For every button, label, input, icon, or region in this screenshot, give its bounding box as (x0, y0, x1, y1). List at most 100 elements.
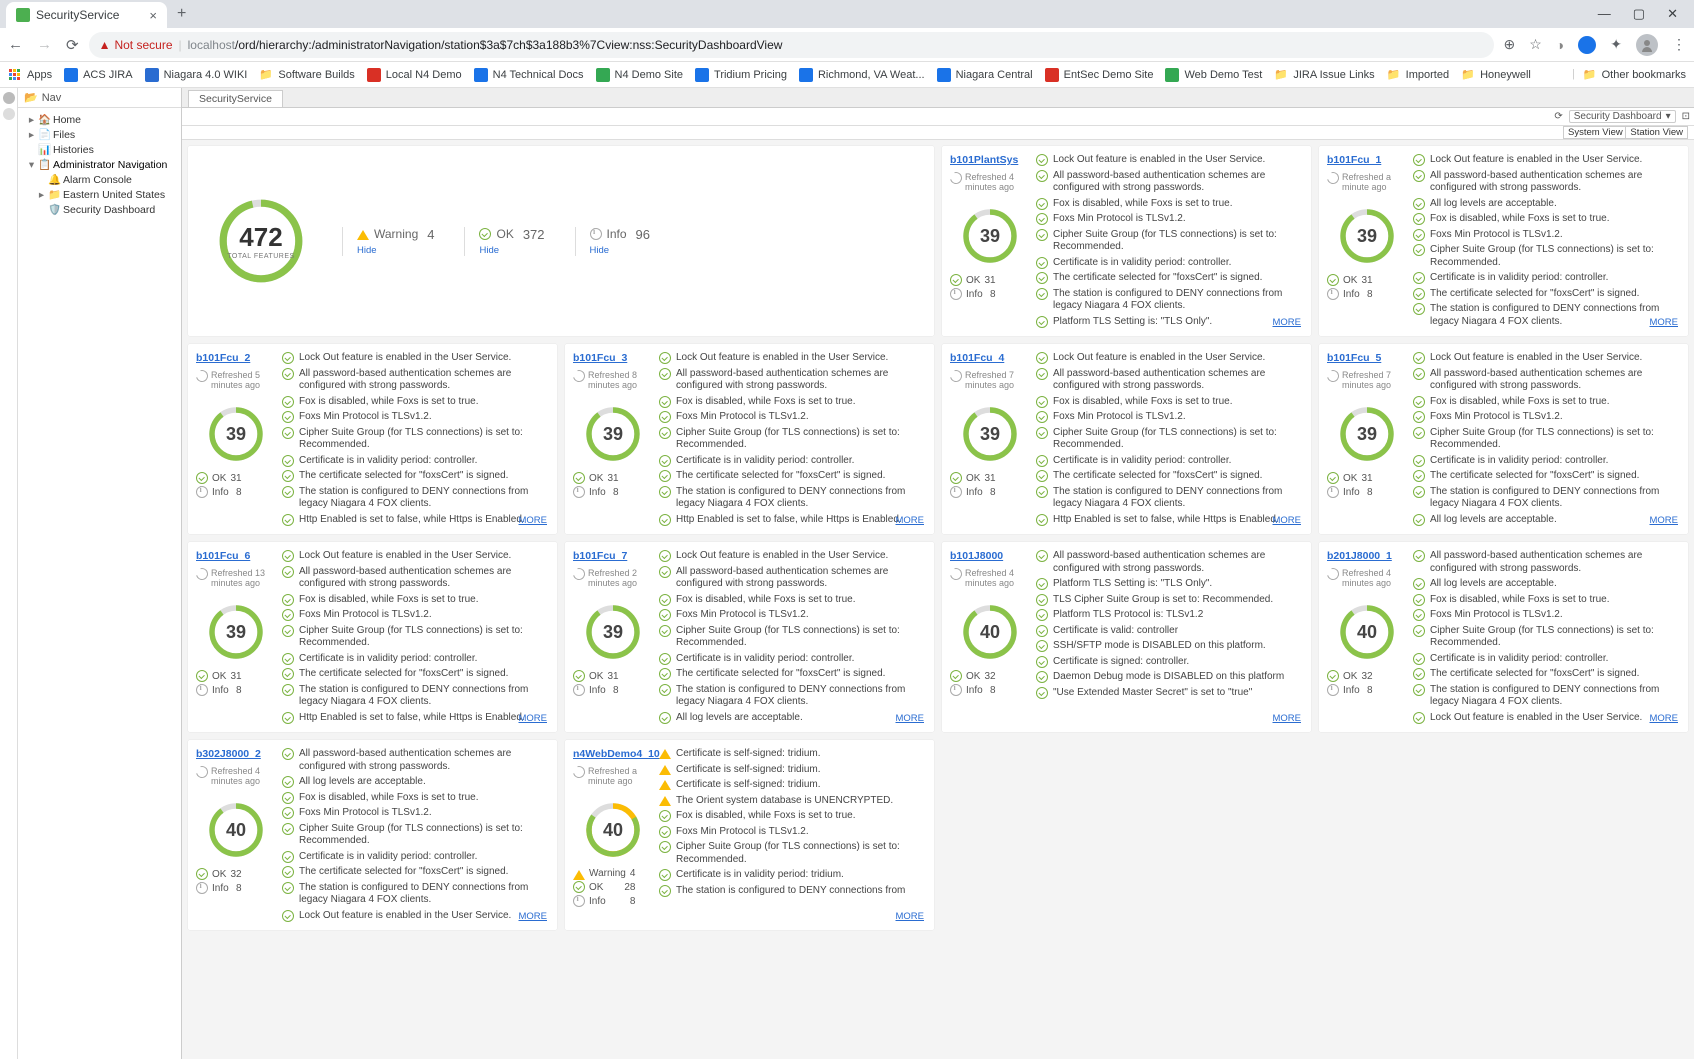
nav-back-button[interactable]: ← (8, 36, 23, 53)
bookmark-item[interactable]: Tridium Pricing (695, 68, 787, 82)
ok-icon (1413, 154, 1425, 166)
finding-row: Certificate is signed: controller. (1036, 656, 1303, 669)
station-name-link[interactable]: b101Fcu_4 (950, 352, 1004, 364)
station-name-link[interactable]: b201J8000_1 (1327, 550, 1392, 562)
extension-icon[interactable] (1578, 36, 1596, 54)
extensions-puzzle-icon[interactable]: ✦ (1610, 36, 1622, 53)
station-name-link[interactable]: b101J8000 (950, 550, 1003, 562)
ok-icon (1413, 244, 1425, 256)
hide-link[interactable]: Hide (357, 245, 434, 256)
bookmark-item[interactable]: Niagara 4.0 WIKI (145, 68, 248, 82)
tab-close-icon[interactable]: × (149, 8, 157, 23)
ok-icon (659, 352, 671, 364)
refreshed-label: Refreshed 4 minutes ago (1327, 564, 1402, 596)
bookmark-item[interactable]: 📁JIRA Issue Links (1274, 68, 1374, 82)
ok-icon (1413, 272, 1425, 284)
bookmark-item[interactable]: Niagara Central (937, 68, 1033, 82)
view-toggle[interactable]: System View Station View (1563, 126, 1688, 139)
bookmark-icon (367, 68, 381, 82)
more-link[interactable]: MORE (1273, 713, 1302, 724)
bookmark-item[interactable]: 📁Software Builds (259, 68, 354, 82)
more-link[interactable]: MORE (1650, 317, 1679, 328)
ok-icon (1036, 671, 1048, 683)
score-gauge: 40 (1337, 602, 1397, 662)
main-tab[interactable]: SecurityService (188, 90, 283, 107)
refresh-icon[interactable]: ⟳ (1554, 111, 1562, 122)
window-minimize-button[interactable]: — (1598, 6, 1611, 22)
more-link[interactable]: MORE (1273, 515, 1302, 526)
other-bookmarks[interactable]: 📁Other bookmarks (1583, 68, 1686, 81)
more-link[interactable]: MORE (1273, 317, 1302, 328)
finding-row: Fox is disabled, while Foxs is set to tr… (1413, 213, 1680, 226)
finding-row: Foxs Min Protocol is TLSv1.2. (282, 609, 549, 622)
score-gauge: 39 (960, 404, 1020, 464)
rail-icon[interactable] (3, 108, 15, 120)
counts: OK31Info8 (573, 670, 619, 696)
ok-icon (1036, 411, 1048, 423)
station-name-link[interactable]: b101Fcu_1 (1327, 154, 1381, 166)
bookmark-item[interactable]: Richmond, VA Weat... (799, 68, 925, 82)
more-link[interactable]: MORE (1650, 515, 1679, 526)
bookmark-item[interactable]: N4 Demo Site (596, 68, 683, 82)
bookmark-item[interactable]: EntSec Demo Site (1045, 68, 1154, 82)
bookmark-item[interactable]: ACS JIRA (64, 68, 133, 82)
station-name-link[interactable]: b101PlantSys (950, 154, 1018, 166)
nav-reload-button[interactable]: ⟳ (66, 36, 79, 54)
star-icon[interactable]: ☆ (1529, 36, 1542, 53)
ok-icon (282, 411, 294, 423)
station-name-link[interactable]: b101Fcu_2 (196, 352, 250, 364)
finding-row: Fox is disabled, while Foxs is set to tr… (659, 594, 926, 607)
hide-link[interactable]: Hide (590, 245, 650, 256)
bookmark-item[interactable]: Local N4 Demo (367, 68, 462, 82)
window-maximize-button[interactable]: ▢ (1633, 6, 1645, 22)
station-name-link[interactable]: b101Fcu_7 (573, 550, 627, 562)
station-name-link[interactable]: b101Fcu_3 (573, 352, 627, 364)
rail-icon[interactable] (3, 92, 15, 104)
more-link[interactable]: MORE (519, 713, 548, 724)
address-bar[interactable]: ▲ Not secure | localhost/ord/hierarchy:/… (89, 32, 1494, 58)
zoom-icon[interactable]: ⊕ (1504, 36, 1516, 53)
more-link[interactable]: MORE (1650, 713, 1679, 724)
bookmark-item[interactable]: 📁Imported (1387, 68, 1449, 82)
more-link[interactable]: MORE (896, 713, 925, 724)
ok-icon (1036, 288, 1048, 300)
profile-avatar[interactable] (1636, 34, 1658, 56)
bookmark-item[interactable]: N4 Technical Docs (474, 68, 584, 82)
new-tab-button[interactable]: + (177, 5, 186, 23)
station-name-link[interactable]: b101Fcu_5 (1327, 352, 1381, 364)
station-name-link[interactable]: b302J8000_2 (196, 748, 261, 760)
finding-row: Lock Out feature is enabled in the User … (659, 352, 926, 365)
finding-row: The station is configured to DENY connec… (659, 885, 926, 898)
pin-icon[interactable]: ⊡ (1682, 111, 1690, 122)
station-name-link[interactable]: n4WebDemo4_10 (573, 748, 660, 760)
nav-tree-item[interactable]: 🔔Alarm Console (20, 172, 179, 187)
bookmark-item[interactable]: Web Demo Test (1165, 68, 1262, 82)
more-link[interactable]: MORE (896, 911, 925, 922)
more-link[interactable]: MORE (519, 911, 548, 922)
hide-link[interactable]: Hide (479, 245, 544, 256)
view-dropdown[interactable]: Security Dashboard▾ (1569, 110, 1676, 123)
nav-tree-item[interactable]: 📊Histories (20, 142, 179, 157)
nav-forward-button[interactable]: → (37, 36, 52, 53)
ok-icon (950, 670, 962, 682)
more-link[interactable]: MORE (896, 515, 925, 526)
browser-tab[interactable]: SecurityService × (6, 2, 167, 28)
finding-row: The certificate selected for "foxsCert" … (1413, 668, 1680, 681)
nav-tree-item[interactable]: ▸📄Files (20, 127, 179, 142)
more-link[interactable]: MORE (519, 515, 548, 526)
nav-tree-item[interactable]: ▾📋Administrator Navigation (20, 157, 179, 172)
bookmark-label: Imported (1406, 69, 1449, 81)
window-close-button[interactable]: ✕ (1667, 6, 1678, 22)
bookmark-item[interactable]: Apps (8, 68, 52, 82)
nav-tree-item[interactable]: 🛡️Security Dashboard (20, 202, 179, 217)
chrome-menu-icon[interactable]: ⋮ (1672, 36, 1686, 53)
ok-icon (1413, 609, 1425, 621)
bookmark-item[interactable]: 📁Honeywell (1461, 68, 1531, 82)
nav-tree-item[interactable]: ▸🏠Home (20, 112, 179, 127)
finding-row: Certificate is self-signed: tridium. (659, 764, 926, 777)
finding-row: The certificate selected for "foxsCert" … (1413, 288, 1680, 301)
incognito-icon[interactable]: ◑ (1556, 37, 1564, 53)
station-name-link[interactable]: b101Fcu_6 (196, 550, 250, 562)
finding-row: Certificate is in validity period: contr… (282, 653, 549, 666)
nav-tree-item[interactable]: ▸📁Eastern United States (20, 187, 179, 202)
